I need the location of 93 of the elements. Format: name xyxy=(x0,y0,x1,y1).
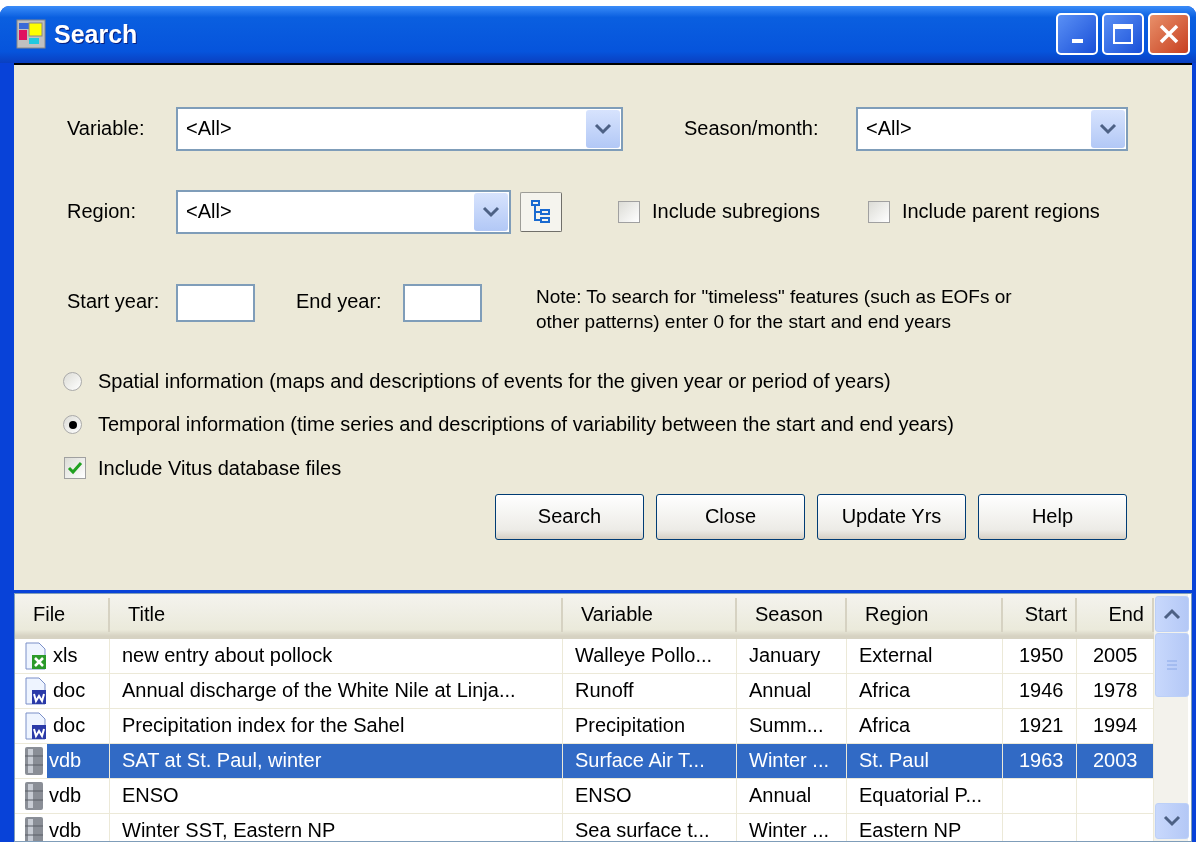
checkbox[interactable] xyxy=(64,457,86,480)
table-cell: Summ... xyxy=(737,708,847,743)
note-text: Note: To search for "timeless" features (such as EOFs or other patterns) enter 0 for the start and end years xyxy=(536,284,1013,334)
table-cell: Runoff xyxy=(563,673,737,708)
checkbox[interactable] xyxy=(867,200,890,223)
table-cell: Sea surface t... xyxy=(563,813,737,841)
table-cell: Annual discharge of the White Nile at Linja... xyxy=(110,673,563,708)
list-row[interactable]: vdb Winter SST, Eastern NP Sea surface t... Winter ... Eastern NP xyxy=(15,813,1154,841)
close-window-button[interactable] xyxy=(1148,13,1190,56)
season-dropdown[interactable]: <All> xyxy=(856,106,1128,151)
database-file-icon xyxy=(23,780,45,811)
table-cell: Winter ... xyxy=(737,743,847,778)
field-label: Region: xyxy=(67,200,137,224)
table-cell: External xyxy=(847,638,1003,673)
table-cell: 1963 xyxy=(1003,743,1077,778)
table-cell: ENSO xyxy=(110,778,563,813)
radio-label: Temporal information (time series and descriptions of variability between the start and end years) xyxy=(98,413,954,437)
table-cell: 1921 xyxy=(1003,708,1077,743)
checkbox-label: Include Vitus database files xyxy=(98,456,342,480)
column-header[interactable]: Title xyxy=(110,597,563,632)
field-label: Start year: xyxy=(67,289,161,313)
table-cell: 2003 xyxy=(1077,743,1154,778)
table-cell: ENSO xyxy=(563,778,737,813)
table-cell: Equatorial P... xyxy=(847,778,1003,813)
database-file-icon xyxy=(23,745,45,776)
table-cell-text: vdb xyxy=(48,783,83,808)
table-cell: Africa xyxy=(847,708,1003,743)
maximize-icon xyxy=(1112,23,1134,46)
scroll-down-button[interactable] xyxy=(1155,803,1189,839)
document-file-icon xyxy=(23,676,49,705)
grip-icon xyxy=(1166,659,1178,672)
table-cell-text: doc xyxy=(52,678,87,703)
close-icon xyxy=(1158,23,1180,46)
variable-dropdown[interactable]: <All> xyxy=(176,106,623,151)
scrollbar-thumb[interactable] xyxy=(1155,633,1189,698)
table-cell: Precipitation xyxy=(563,708,737,743)
table-cell: St. Paul xyxy=(847,743,1003,778)
dialog-button[interactable]: Update Yrs xyxy=(817,493,966,540)
table-cell: Winter SST, Eastern NP xyxy=(110,813,563,841)
table-cell: vdb xyxy=(47,743,109,778)
region-dropdown[interactable]: <All> xyxy=(176,189,511,234)
table-cell: Winter ... xyxy=(737,813,847,841)
table-cell: Walleye Pollo... xyxy=(563,638,737,673)
dialog-button[interactable]: Search xyxy=(495,493,644,540)
field-label: Season/month: xyxy=(684,117,820,141)
tree-icon xyxy=(531,199,551,224)
table-cell: 1950 xyxy=(1003,638,1077,673)
column-header[interactable]: Season xyxy=(737,597,847,632)
table-cell: 1946 xyxy=(1003,673,1077,708)
minimize-button[interactable] xyxy=(1056,13,1098,56)
table-cell: Eastern NP xyxy=(847,813,1003,841)
field-label: End year: xyxy=(296,289,383,313)
table-cell: Annual xyxy=(737,673,847,708)
radio-button[interactable] xyxy=(63,372,82,392)
maximize-button[interactable] xyxy=(1102,13,1144,56)
table-cell-text: xls xyxy=(52,643,79,668)
column-header[interactable]: File xyxy=(15,597,110,632)
column-header[interactable]: Start xyxy=(1003,597,1077,632)
database-file-icon xyxy=(23,815,45,841)
table-cell: Precipitation index for the Sahel xyxy=(110,708,563,743)
dialog-button[interactable]: Help xyxy=(978,493,1127,540)
table-cell-text: doc xyxy=(52,713,87,738)
minimize-icon xyxy=(1071,39,1083,44)
checkmark-icon xyxy=(67,460,83,477)
checkbox[interactable] xyxy=(618,200,640,223)
radio-label: Spatial information (maps and descriptions of events for the given year or period of years) xyxy=(98,370,891,394)
checkbox-label: Include parent regions xyxy=(901,200,1100,224)
list-row[interactable]: vdb ENSO ENSO Annual Equatorial P... xyxy=(15,778,1154,814)
document-file-icon xyxy=(23,711,49,740)
radio-button[interactable] xyxy=(63,415,82,435)
table-cell: SAT at St. Paul, winter xyxy=(110,743,563,778)
start-year-field[interactable] xyxy=(176,283,255,322)
list-row[interactable]: doc Annual discharge of the White Nile at Linja... Runoff Annual Africa 1946 1978 xyxy=(15,673,1154,709)
column-header[interactable]: Region xyxy=(847,597,1003,632)
app-icon xyxy=(16,19,46,50)
list-row[interactable]: xls new entry about pollock Walleye Pollo... January External 1950 2005 xyxy=(15,638,1154,674)
region-tree-button[interactable] xyxy=(520,191,562,232)
table-cell-text: vdb xyxy=(48,818,83,841)
dialog-button[interactable]: Close xyxy=(656,493,805,540)
list-row[interactable]: doc Precipitation index for the Sahel Precipitation Summ... Africa 1921 1994 xyxy=(15,708,1154,744)
table-cell: Annual xyxy=(737,778,847,813)
end-year-field[interactable] xyxy=(403,283,482,322)
table-cell: Africa xyxy=(847,673,1003,708)
table-cell: Surface Air T... xyxy=(563,743,737,778)
checkbox-label: Include subregions xyxy=(652,200,820,224)
field-label: Variable: xyxy=(67,117,146,141)
spreadsheet-file-icon xyxy=(23,641,49,670)
table-cell: January xyxy=(737,638,847,673)
list-row[interactable]: vdb SAT at St. Paul, winter Surface Air T... Winter ... St. Paul 1963 2003 xyxy=(15,743,1154,779)
table-cell: new entry about pollock xyxy=(110,638,563,673)
scroll-up-button[interactable] xyxy=(1155,595,1189,632)
window-title: Search xyxy=(54,19,139,49)
column-header[interactable]: Variable xyxy=(563,597,737,632)
